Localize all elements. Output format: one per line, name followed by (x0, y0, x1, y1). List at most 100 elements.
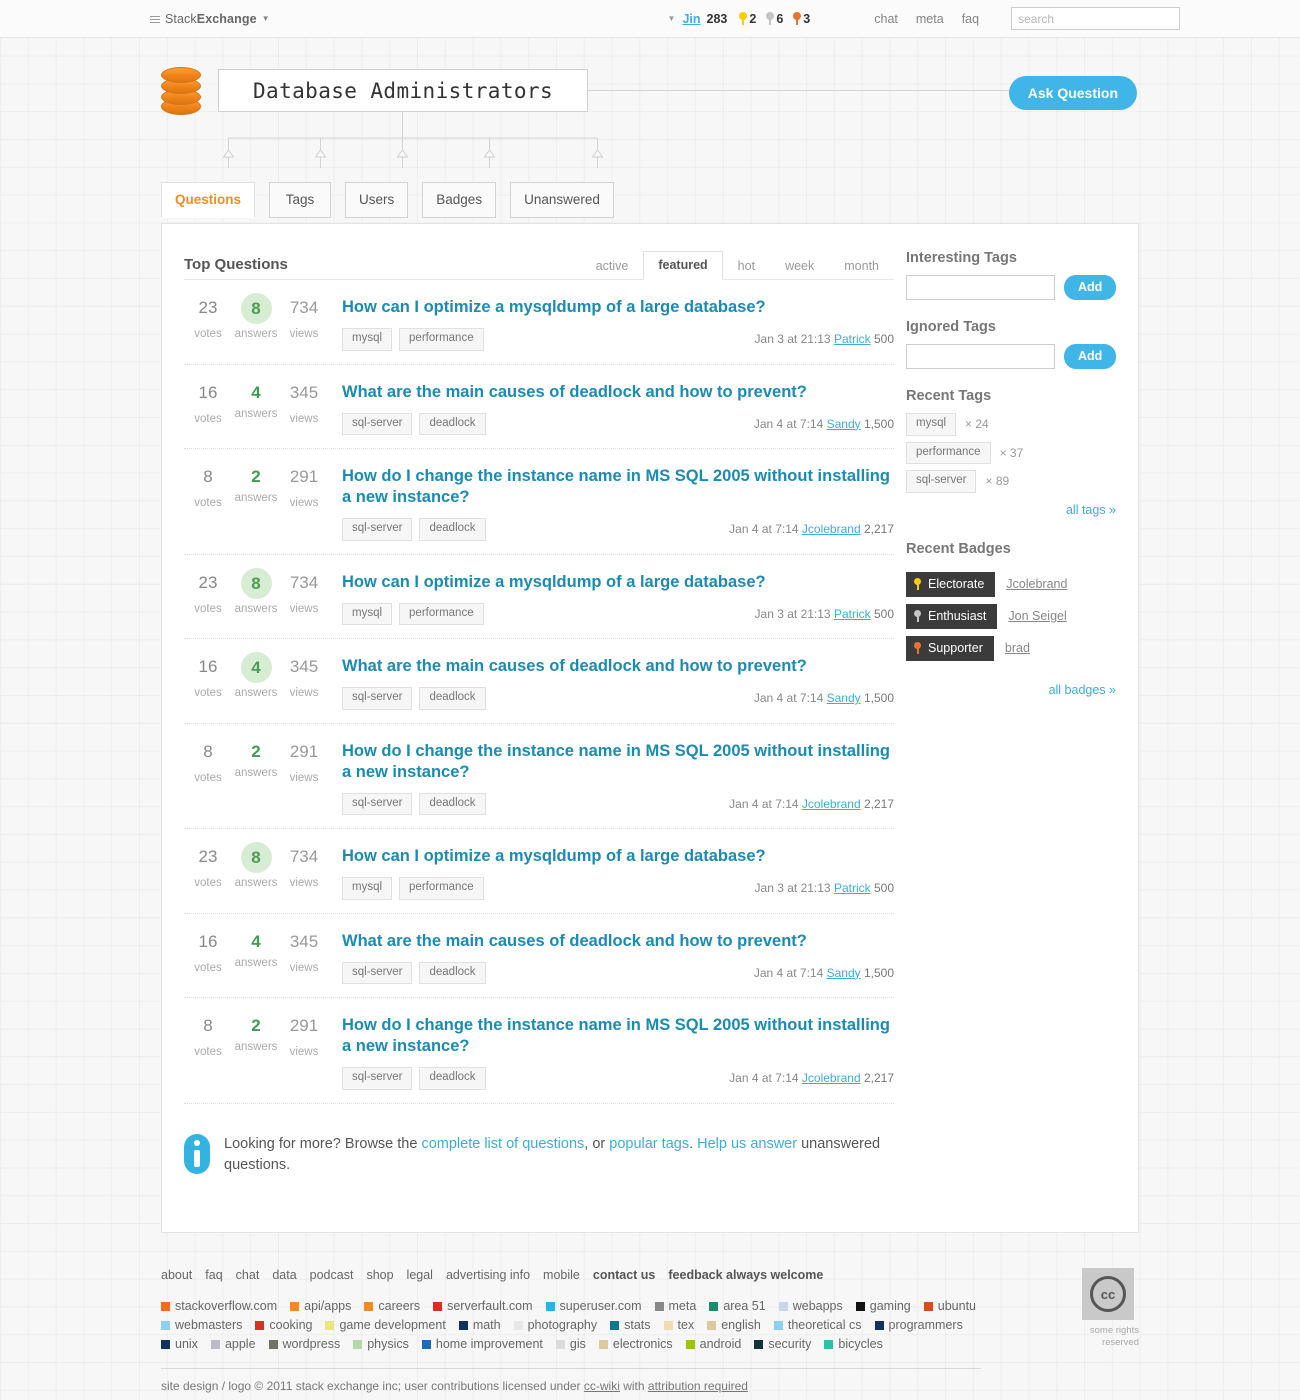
footer-site-link[interactable]: ubuntu (923, 1299, 976, 1313)
sort-tab-featured[interactable]: featured (643, 251, 723, 280)
footer-site-link[interactable]: unix (161, 1337, 198, 1351)
search-input[interactable] (1011, 7, 1181, 30)
footer-site-link[interactable]: careers (364, 1299, 420, 1313)
footer-site-link[interactable]: electronics (598, 1337, 673, 1351)
creative-commons-badge[interactable]: cc some rights reserved (1077, 1268, 1139, 1349)
tag-pill[interactable]: mysql (342, 328, 393, 351)
sort-tab-hot[interactable]: hot (723, 252, 770, 280)
footer-link[interactable]: chat (236, 1268, 260, 1282)
question-author-link[interactable]: Patrick (834, 607, 871, 621)
footer-site-link[interactable]: apple (210, 1337, 256, 1351)
footer-link[interactable]: legal (407, 1268, 433, 1282)
footer-site-link[interactable]: photography (513, 1318, 597, 1332)
popular-tags-link[interactable]: popular tags (609, 1136, 689, 1152)
question-title-link[interactable]: What are the main causes of deadlock and… (342, 382, 894, 403)
footer-link[interactable]: podcast (310, 1268, 354, 1282)
tag-pill[interactable]: deadlock (419, 412, 486, 435)
question-title-link[interactable]: How can I optimize a mysqldump of a larg… (342, 297, 894, 318)
all-badges-link[interactable]: all badges » (906, 683, 1116, 697)
question-title-link[interactable]: How do I change the instance name in MS … (342, 1015, 894, 1057)
footer-link[interactable]: about (161, 1268, 192, 1282)
footer-site-link[interactable]: theoretical cs (773, 1318, 862, 1332)
badge-chip[interactable]: Supporter (906, 635, 994, 661)
question-author-link[interactable]: Sandy (827, 417, 861, 431)
footer-link[interactable]: mobile (543, 1268, 580, 1282)
tag-pill[interactable]: sql-server (342, 792, 413, 815)
gold-badge-group[interactable]: 2 (739, 12, 756, 26)
ask-question-button[interactable]: Ask Question (1008, 76, 1137, 110)
question-title-link[interactable]: What are the main causes of deadlock and… (342, 656, 894, 677)
sort-tab-week[interactable]: week (770, 252, 829, 280)
tab-questions[interactable]: Questions (161, 182, 256, 218)
username-link[interactable]: Jin (682, 12, 700, 26)
footer-site-link[interactable]: api/apps (290, 1299, 351, 1313)
footer-site-link[interactable]: stats (610, 1318, 651, 1332)
tag-pill[interactable]: deadlock (419, 1067, 486, 1090)
nav-link-faq[interactable]: faq (962, 12, 979, 26)
interesting-tags-add-button[interactable]: Add (1064, 275, 1117, 300)
interesting-tags-input[interactable] (906, 275, 1055, 300)
help-us-answer-link[interactable]: Help us answer (697, 1136, 797, 1152)
question-author-link[interactable]: Patrick (834, 332, 871, 346)
ignored-tags-input[interactable] (906, 344, 1055, 369)
ignored-tags-add-button[interactable]: Add (1064, 344, 1117, 369)
chevron-down-icon[interactable]: ▼ (668, 14, 676, 23)
sort-tab-active[interactable]: active (581, 252, 644, 280)
stackexchange-menu[interactable]: StackExchange ▼ (150, 12, 270, 26)
question-title-link[interactable]: How can I optimize a mysqldump of a larg… (342, 572, 894, 593)
nav-link-chat[interactable]: chat (874, 12, 898, 26)
footer-site-link[interactable]: tex (663, 1318, 694, 1332)
footer-site-link[interactable]: game development (325, 1318, 446, 1332)
tab-unanswered[interactable]: Unanswered (510, 182, 614, 218)
tag-pill[interactable]: performance (399, 877, 484, 900)
tag-pill[interactable]: sql-server (342, 518, 413, 541)
question-author-link[interactable]: Patrick (834, 881, 871, 895)
tag-pill[interactable]: deadlock (419, 961, 486, 984)
badge-awardee-link[interactable]: brad (1005, 641, 1030, 655)
tag-pill[interactable]: mysql (906, 413, 957, 436)
attribution-link[interactable]: attribution required (648, 1379, 748, 1393)
footer-site-link[interactable]: meta (654, 1299, 696, 1313)
footer-site-link[interactable]: security (754, 1337, 811, 1351)
footer-link[interactable]: shop (366, 1268, 393, 1282)
cc-wiki-link[interactable]: cc-wiki (584, 1379, 620, 1393)
tag-pill[interactable]: deadlock (419, 687, 486, 710)
footer-site-link[interactable]: stackoverflow.com (161, 1299, 277, 1313)
footer-site-link[interactable]: area 51 (709, 1299, 766, 1313)
silver-badge-group[interactable]: 6 (766, 12, 783, 26)
footer-link[interactable]: faq (205, 1268, 222, 1282)
tag-pill[interactable]: sql-server (342, 412, 413, 435)
tag-pill[interactable]: deadlock (419, 792, 486, 815)
badge-chip[interactable]: Enthusiast (906, 603, 998, 629)
footer-site-link[interactable]: wordpress (268, 1337, 340, 1351)
badge-chip[interactable]: Electorate (906, 571, 996, 597)
question-author-link[interactable]: Sandy (827, 966, 861, 980)
tag-pill[interactable]: sql-server (906, 470, 977, 493)
footer-link[interactable]: advertising info (446, 1268, 530, 1282)
footer-site-link[interactable]: gis (555, 1337, 586, 1351)
all-tags-link[interactable]: all tags » (906, 503, 1116, 517)
bronze-badge-group[interactable]: 3 (793, 12, 810, 26)
question-title-link[interactable]: How do I change the instance name in MS … (342, 741, 894, 783)
footer-site-link[interactable]: physics (353, 1337, 409, 1351)
footer-link[interactable]: data (272, 1268, 296, 1282)
question-author-link[interactable]: Jcolebrand (802, 1071, 861, 1085)
tab-badges[interactable]: Badges (422, 182, 497, 218)
tag-pill[interactable]: sql-server (342, 687, 413, 710)
tag-pill[interactable]: sql-server (342, 1067, 413, 1090)
footer-site-link[interactable]: cooking (255, 1318, 312, 1332)
footer-link[interactable]: contact us (593, 1268, 656, 1282)
sort-tab-month[interactable]: month (829, 252, 894, 280)
nav-link-meta[interactable]: meta (916, 12, 944, 26)
footer-site-link[interactable]: home improvement (421, 1337, 543, 1351)
footer-site-link[interactable]: bicycles (824, 1337, 883, 1351)
badge-awardee-link[interactable]: Jon Seigel (1008, 609, 1066, 623)
footer-site-link[interactable]: math (458, 1318, 501, 1332)
footer-site-link[interactable]: serverfault.com (433, 1299, 533, 1313)
question-title-link[interactable]: How can I optimize a mysqldump of a larg… (342, 846, 894, 867)
footer-site-link[interactable]: webmasters (161, 1318, 242, 1332)
tag-pill[interactable]: performance (399, 328, 484, 351)
question-title-link[interactable]: What are the main causes of deadlock and… (342, 931, 894, 952)
tag-pill[interactable]: performance (906, 441, 991, 464)
tag-pill[interactable]: mysql (342, 602, 393, 625)
